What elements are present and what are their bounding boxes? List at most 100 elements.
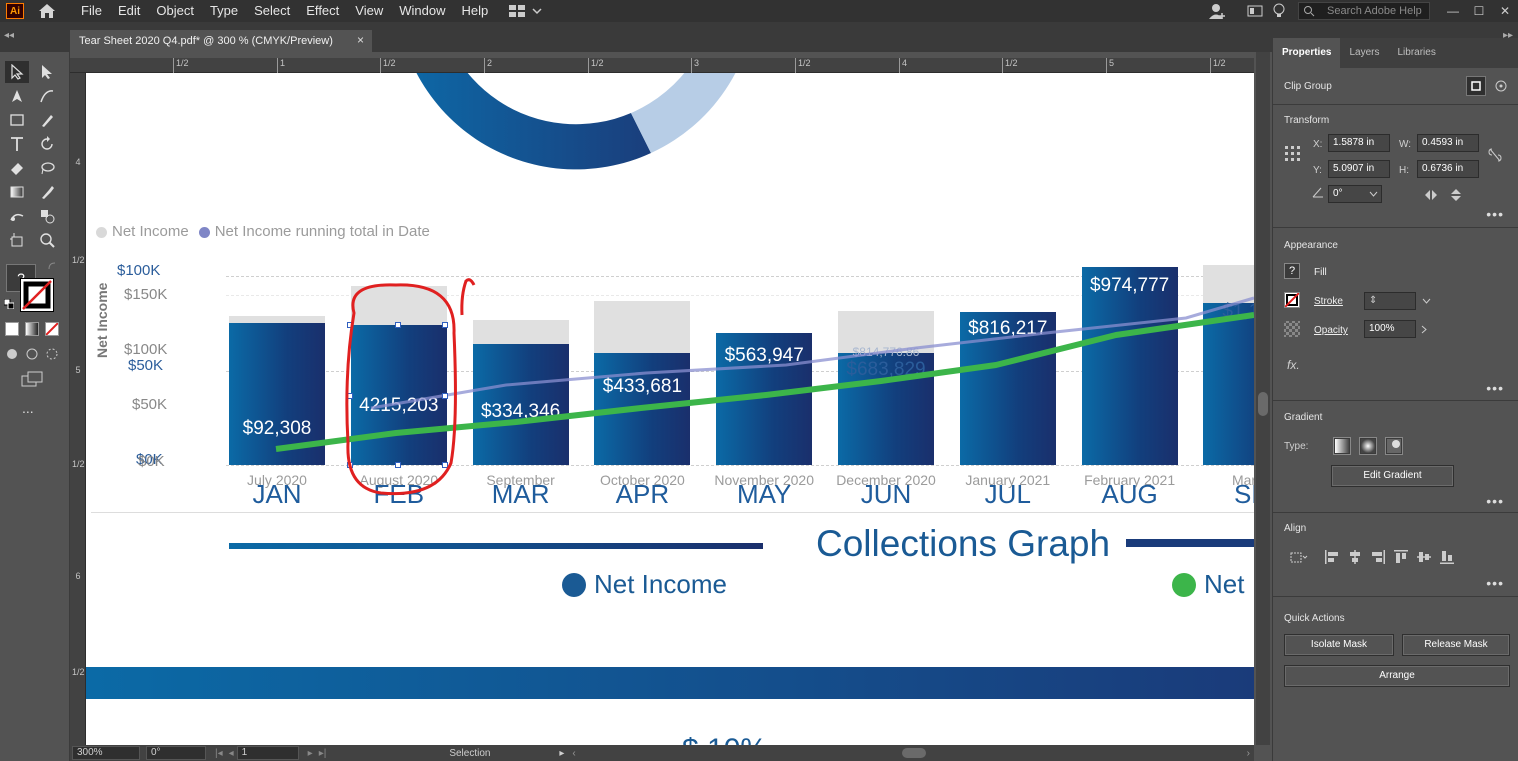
tab-libraries[interactable]: Libraries xyxy=(1388,38,1444,68)
angle-dropdown-chevron-icon[interactable] xyxy=(1366,186,1380,202)
next-artboard-icon[interactable]: ▸ xyxy=(308,748,313,759)
menu-object[interactable]: Object xyxy=(148,0,202,22)
zoom-field[interactable]: 300% xyxy=(72,746,140,760)
zoom-tool-icon[interactable] xyxy=(35,229,59,251)
gradient-mode-icon[interactable] xyxy=(25,322,39,336)
stroke-dropdown-chevron-icon[interactable] xyxy=(1418,292,1434,310)
edit-gradient-button[interactable]: Edit Gradient xyxy=(1331,465,1454,487)
puppet-warp-tool-icon[interactable] xyxy=(5,205,29,227)
draw-normal-icon[interactable] xyxy=(4,346,20,362)
draw-inside-icon[interactable] xyxy=(44,346,60,362)
gradient-more-icon[interactable]: ••• xyxy=(1486,493,1504,509)
constrain-proportions-icon[interactable] xyxy=(1486,146,1504,164)
menu-select[interactable]: Select xyxy=(246,0,298,22)
rotate-tool-icon[interactable] xyxy=(35,133,59,155)
tab-properties[interactable]: Properties xyxy=(1273,38,1341,68)
rectangle-tool-icon[interactable] xyxy=(5,109,29,131)
reference-point-icon[interactable] xyxy=(1283,144,1303,164)
align-top-icon[interactable] xyxy=(1392,548,1410,566)
menu-help[interactable]: Help xyxy=(453,0,496,22)
prev-artboard-icon[interactable]: ◂ xyxy=(229,748,234,759)
horizontal-ruler[interactable]: 1/2 1 1/2 2 1/2 3 1/2 4 1/2 5 1/2 xyxy=(70,58,1254,73)
hscroll-right-icon[interactable]: › xyxy=(1247,748,1250,759)
arrange-button[interactable]: Arrange xyxy=(1284,665,1510,687)
menu-window[interactable]: Window xyxy=(391,0,453,22)
align-horizontal-center-icon[interactable] xyxy=(1346,548,1364,566)
artboard-tool-icon[interactable] xyxy=(5,229,29,251)
gradient-tool-icon[interactable] xyxy=(5,181,29,203)
appearance-more-icon[interactable]: ••• xyxy=(1486,380,1504,396)
align-vertical-center-icon[interactable] xyxy=(1415,548,1433,566)
radial-gradient-icon[interactable] xyxy=(1359,437,1377,455)
opacity-chevron-right-icon[interactable] xyxy=(1416,320,1432,338)
type-tool-icon[interactable] xyxy=(5,133,29,155)
eyedropper-tool-icon[interactable] xyxy=(35,181,59,203)
isolate-mask-button[interactable]: Isolate Mask xyxy=(1284,634,1394,656)
scrollbar-thumb[interactable] xyxy=(1258,392,1268,416)
eraser-tool-icon[interactable] xyxy=(5,157,29,179)
menu-file[interactable]: File xyxy=(73,0,110,22)
pen-tool-icon[interactable] xyxy=(5,85,29,107)
first-artboard-icon[interactable]: |◂ xyxy=(215,748,223,759)
w-field[interactable]: 0.4593 in xyxy=(1417,134,1479,152)
color-mode-icon[interactable] xyxy=(5,322,19,336)
collapse-left-icon[interactable]: ◂◂ xyxy=(4,30,14,41)
vertical-ruler[interactable]: 4 1/2 5 1/2 6 1/2 xyxy=(70,73,86,745)
clip-target-icon[interactable] xyxy=(1491,76,1511,96)
vertical-scrollbar[interactable] xyxy=(1256,52,1270,745)
menu-edit[interactable]: Edit xyxy=(110,0,148,22)
close-tab-icon[interactable]: × xyxy=(357,33,364,47)
stroke-weight-field[interactable]: ⇕ xyxy=(1364,292,1416,310)
tab-layers[interactable]: Layers xyxy=(1340,38,1388,68)
search-help-input[interactable]: Search Adobe Help xyxy=(1298,2,1430,20)
selection-tool-icon[interactable] xyxy=(5,61,29,83)
stroke-label[interactable]: Stroke xyxy=(1314,296,1343,307)
flip-vertical-icon[interactable] xyxy=(1448,187,1464,203)
status-arrow-icon[interactable]: ▸ xyxy=(559,748,564,759)
stroke-swatch-none[interactable] xyxy=(20,278,54,312)
fx-effects-button[interactable]: fx. xyxy=(1287,358,1300,372)
flip-horizontal-icon[interactable] xyxy=(1423,187,1439,203)
rotate-view-field[interactable]: 0° xyxy=(146,746,206,760)
lightbulb-icon[interactable] xyxy=(1268,0,1290,22)
y-field[interactable]: 5.0907 in xyxy=(1328,160,1390,178)
paintbrush-tool-icon[interactable] xyxy=(35,109,59,131)
linear-gradient-icon[interactable] xyxy=(1333,437,1351,455)
draw-behind-icon[interactable] xyxy=(24,346,40,362)
default-fill-stroke-icon[interactable] xyxy=(3,298,15,310)
freeform-gradient-icon[interactable] xyxy=(1385,437,1403,455)
x-field[interactable]: 1.5878 in xyxy=(1328,134,1390,152)
direct-selection-tool-icon[interactable] xyxy=(35,61,59,83)
release-mask-button[interactable]: Release Mask xyxy=(1402,634,1510,656)
last-artboard-icon[interactable]: ▸| xyxy=(319,748,327,759)
stroke-swatch[interactable] xyxy=(1284,292,1300,308)
hscroll-left-icon[interactable]: ‹ xyxy=(572,748,575,759)
align-more-icon[interactable]: ••• xyxy=(1486,575,1504,591)
status-mode-label[interactable]: Selection xyxy=(449,748,549,759)
align-bottom-icon[interactable] xyxy=(1438,548,1456,566)
close-window-button[interactable]: ✕ xyxy=(1492,4,1518,18)
arrange-documents-icon[interactable] xyxy=(1242,0,1268,22)
user-account-icon[interactable] xyxy=(1204,0,1230,22)
opacity-label[interactable]: Opacity xyxy=(1314,325,1348,336)
menu-view[interactable]: View xyxy=(347,0,391,22)
edit-toolbar-icon[interactable]: ... xyxy=(22,400,34,416)
edit-contents-icon[interactable] xyxy=(1466,76,1486,96)
swap-fill-stroke-icon[interactable] xyxy=(46,260,58,272)
align-right-icon[interactable] xyxy=(1369,548,1387,566)
fill-swatch[interactable]: ? xyxy=(1284,263,1300,279)
artboard-canvas[interactable]: Net Income Net Income running total in D… xyxy=(86,73,1254,745)
align-to-selection-icon[interactable] xyxy=(1287,548,1309,566)
minimize-button[interactable]: — xyxy=(1440,4,1466,18)
document-tab[interactable]: Tear Sheet 2020 Q4.pdf* @ 300 % (CMYK/Pr… xyxy=(70,30,372,52)
menu-effect[interactable]: Effect xyxy=(298,0,347,22)
menu-type[interactable]: Type xyxy=(202,0,246,22)
curvature-tool-icon[interactable] xyxy=(35,85,59,107)
workspace-switcher[interactable] xyxy=(508,4,542,18)
horizontal-scrollbar-track[interactable] xyxy=(582,748,1241,758)
maximize-button[interactable]: ☐ xyxy=(1466,4,1492,18)
transform-more-icon[interactable]: ••• xyxy=(1486,206,1504,222)
horizontal-scroll-thumb[interactable] xyxy=(901,748,926,758)
shape-builder-tool-icon[interactable] xyxy=(35,205,59,227)
artboard-number-field[interactable]: 1 xyxy=(236,746,299,760)
